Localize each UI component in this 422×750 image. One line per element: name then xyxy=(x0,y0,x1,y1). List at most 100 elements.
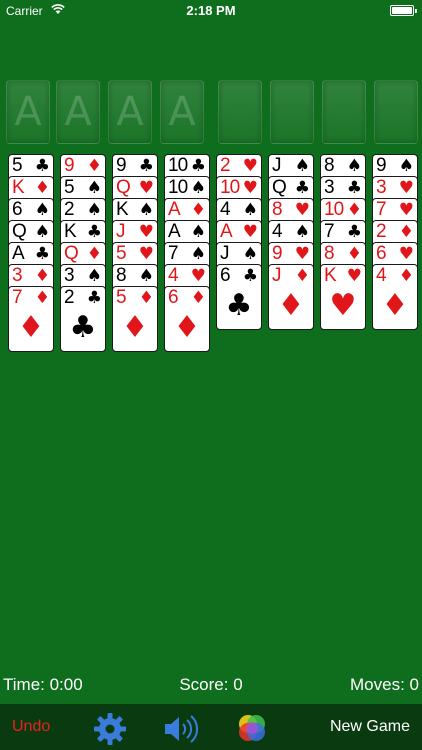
card-rank: 7 xyxy=(324,221,335,242)
card-rank: 7 xyxy=(12,287,23,308)
playing-card[interactable]: 7 ♦ ♦ xyxy=(8,286,54,352)
card-suit-icon: ♠ xyxy=(242,200,258,220)
foundation-slot[interactable]: A xyxy=(108,80,152,144)
card-suit-icon: ♣ xyxy=(86,222,102,242)
card-suit-icon: ♠ xyxy=(86,178,102,198)
card-rank: K xyxy=(64,221,77,242)
playing-card[interactable]: 4 ♦ ♦ xyxy=(372,264,418,330)
card-rank: 3 xyxy=(64,265,75,286)
free-cell-slot[interactable] xyxy=(322,80,366,144)
card-center-suit-icon: ♦ xyxy=(277,288,305,323)
playing-card[interactable]: 2 ♣ ♣ xyxy=(60,286,106,352)
card-suit-icon: ♦ xyxy=(138,288,154,308)
free-cell-slot[interactable] xyxy=(218,80,262,144)
foundation-slot[interactable]: A xyxy=(56,80,100,144)
card-rank: 4 xyxy=(376,265,387,286)
card-rank: 6 xyxy=(12,199,23,220)
card-suit-icon: ♣ xyxy=(34,156,50,176)
card-suit-icon: ♣ xyxy=(242,266,258,286)
card-suit-icon: ♥ xyxy=(242,156,258,176)
card-rank: 4 xyxy=(220,199,231,220)
card-suit-icon: ♠ xyxy=(138,266,154,286)
card-rank: Q xyxy=(12,221,27,242)
card-rank: 3 xyxy=(324,177,335,198)
status-bar: Carrier 2:18 PM xyxy=(0,0,422,20)
card-rank: 9 xyxy=(376,155,387,176)
card-rank: A xyxy=(168,221,181,242)
card-rank: 3 xyxy=(376,177,387,198)
card-suit-icon: ♦ xyxy=(86,244,102,264)
card-suit-icon: ♣ xyxy=(190,156,206,176)
card-suit-icon: ♦ xyxy=(346,244,362,264)
card-suit-icon: ♥ xyxy=(242,178,258,198)
card-suit-icon: ♠ xyxy=(294,156,310,176)
card-suit-icon: ♥ xyxy=(138,222,154,242)
playing-card[interactable]: J ♦ ♦ xyxy=(268,264,314,330)
card-rank: 8 xyxy=(324,155,335,176)
card-rank: 4 xyxy=(272,221,283,242)
card-rank: K xyxy=(116,199,129,220)
playing-card[interactable]: K ♥ ♥ xyxy=(320,264,366,330)
card-suit-icon: ♠ xyxy=(398,156,414,176)
card-rank: 2 xyxy=(220,155,231,176)
card-rank: 7 xyxy=(168,243,179,264)
card-rank: 10 xyxy=(168,155,188,176)
card-suit-icon: ♥ xyxy=(398,178,414,198)
playing-card[interactable]: 6 ♣ ♣ xyxy=(216,264,262,330)
card-suit-icon: ♣ xyxy=(346,222,362,242)
free-cell-slot[interactable] xyxy=(374,80,418,144)
card-rank: 2 xyxy=(64,287,75,308)
card-suit-icon: ♥ xyxy=(398,244,414,264)
card-center-suit-icon: ♦ xyxy=(17,310,45,345)
card-suit-icon: ♣ xyxy=(346,178,362,198)
card-suit-icon: ♦ xyxy=(398,222,414,242)
foundation-slot[interactable]: A xyxy=(6,80,50,144)
card-suit-icon: ♦ xyxy=(398,266,414,286)
bottom-toolbar: Undo New Game xyxy=(0,704,422,750)
battery-icon xyxy=(390,5,417,16)
card-rank: 6 xyxy=(220,265,231,286)
new-game-button[interactable]: New Game xyxy=(330,718,410,736)
card-rank: J xyxy=(272,155,281,176)
card-rank: 3 xyxy=(12,265,23,286)
card-rank: J xyxy=(220,243,229,264)
gear-icon[interactable] xyxy=(93,712,127,746)
card-suit-icon: ♥ xyxy=(346,266,362,286)
card-rank: 5 xyxy=(12,155,23,176)
playing-card[interactable]: 5 ♦ ♦ xyxy=(112,286,158,352)
foundation-placeholder-label: A xyxy=(116,89,144,135)
card-rank: 5 xyxy=(116,287,127,308)
card-rank: 10 xyxy=(168,177,188,198)
card-suit-icon: ♠ xyxy=(86,266,102,286)
card-suit-icon: ♦ xyxy=(190,288,206,308)
card-suit-icon: ♦ xyxy=(34,266,50,286)
card-suit-icon: ♥ xyxy=(398,200,414,220)
card-suit-icon: ♦ xyxy=(190,200,206,220)
free-cell-slot[interactable] xyxy=(270,80,314,144)
card-rank: 6 xyxy=(168,287,179,308)
card-center-suit-icon: ♣ xyxy=(225,288,253,323)
color-circles-icon[interactable] xyxy=(236,712,268,744)
card-suit-icon: ♥ xyxy=(242,222,258,242)
playing-card[interactable]: 6 ♦ ♦ xyxy=(164,286,210,352)
card-suit-icon: ♣ xyxy=(34,244,50,264)
card-suit-icon: ♦ xyxy=(34,178,50,198)
card-rank: K xyxy=(324,265,337,286)
foundation-placeholder-label: A xyxy=(64,89,92,135)
card-suit-icon: ♠ xyxy=(86,200,102,220)
card-rank: J xyxy=(272,265,281,286)
card-rank: 10 xyxy=(220,177,240,198)
card-suit-icon: ♠ xyxy=(294,222,310,242)
card-suit-icon: ♥ xyxy=(190,266,206,286)
card-rank: K xyxy=(12,177,25,198)
card-rank: 9 xyxy=(116,155,127,176)
card-rank: A xyxy=(168,199,181,220)
card-rank: Q xyxy=(64,243,79,264)
card-suit-icon: ♦ xyxy=(86,156,102,176)
speaker-icon[interactable] xyxy=(162,714,200,744)
card-rank: 2 xyxy=(64,199,75,220)
undo-button[interactable]: Undo xyxy=(12,718,50,736)
card-rank: 5 xyxy=(116,243,127,264)
card-rank: 7 xyxy=(376,199,387,220)
foundation-slot[interactable]: A xyxy=(160,80,204,144)
